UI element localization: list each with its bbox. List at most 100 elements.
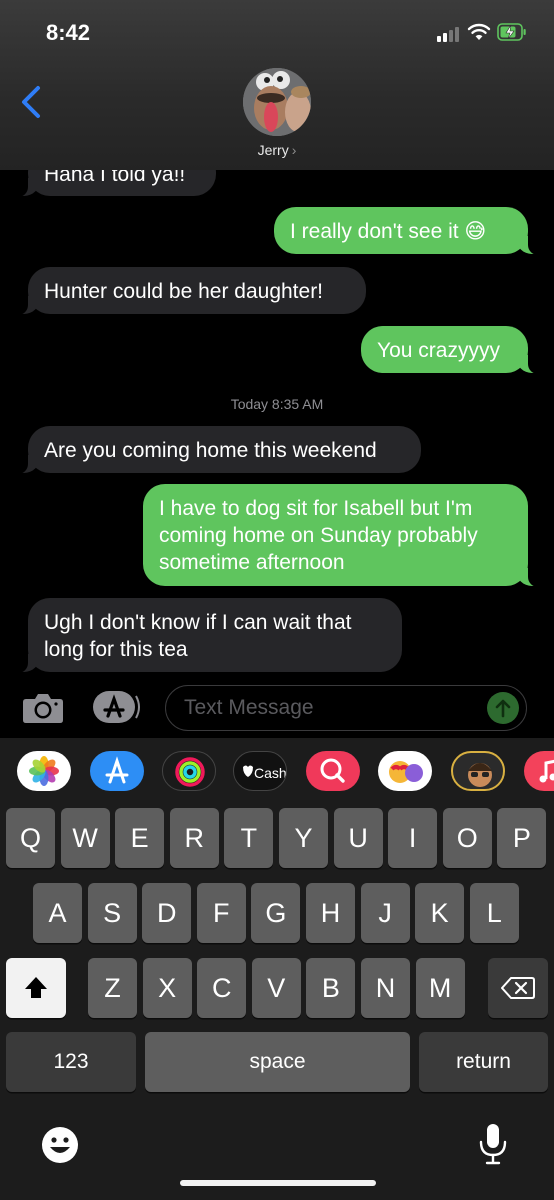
camera-icon[interactable] xyxy=(22,690,64,724)
key-o[interactable]: O xyxy=(442,808,492,868)
contact-name[interactable]: Jerry › xyxy=(0,142,554,158)
message-text: You crazyyyy xyxy=(377,339,500,362)
status-time: 8:42 xyxy=(46,20,91,45)
apple-cash-icon[interactable]: Cash xyxy=(233,751,287,791)
chevron-right-icon: › xyxy=(291,142,297,158)
message-timestamp: Today 8:35 AM xyxy=(230,396,324,412)
message-compose-field[interactable] xyxy=(165,685,527,731)
key-k[interactable]: K xyxy=(415,883,465,943)
space-key[interactable]: space xyxy=(145,1032,410,1092)
key-u[interactable]: U xyxy=(333,808,383,868)
emoji-icon[interactable] xyxy=(40,1125,80,1165)
message-received[interactable]: Hunter could be her daughter! xyxy=(16,267,366,315)
key-c[interactable]: C xyxy=(197,958,247,1018)
numbers-key-label: 123 xyxy=(53,1050,89,1073)
key-label: G xyxy=(265,897,287,928)
key-label: F xyxy=(213,897,230,928)
message-text-line: coming home on Sunday probably xyxy=(159,524,478,547)
key-label: K xyxy=(430,897,449,928)
key-label: I xyxy=(408,822,417,853)
key-w[interactable]: W xyxy=(60,808,110,868)
key-p[interactable]: P xyxy=(497,808,547,868)
key-label: N xyxy=(375,972,396,1003)
key-y[interactable]: Y xyxy=(279,808,328,868)
text-message-input[interactable] xyxy=(184,694,474,722)
key-label: C xyxy=(211,972,232,1003)
wifi-icon xyxy=(467,23,491,40)
fitness-icon[interactable] xyxy=(162,751,216,791)
message-text: I really don't see it 😅 xyxy=(290,220,487,243)
battery-charging-icon xyxy=(497,23,526,41)
key-label: A xyxy=(48,897,67,928)
shift-arrow-icon xyxy=(25,977,47,998)
key-a[interactable]: A xyxy=(33,883,82,943)
numbers-key[interactable]: 123 xyxy=(6,1032,136,1092)
key-label: D xyxy=(156,897,177,928)
key-label: R xyxy=(184,822,205,853)
memoji-icon[interactable] xyxy=(451,751,505,791)
key-v[interactable]: V xyxy=(251,958,301,1018)
key-g[interactable]: G xyxy=(251,883,301,943)
key-label: Z xyxy=(104,972,121,1003)
return-key[interactable]: return xyxy=(419,1032,548,1092)
microphone-icon[interactable] xyxy=(478,1122,508,1166)
backspace-icon xyxy=(501,977,535,999)
message-text-line: long for this tea xyxy=(44,638,188,661)
key-label: S xyxy=(103,897,122,928)
key-d[interactable]: D xyxy=(142,883,192,943)
conversation-header: 8:42 Jerry › xyxy=(0,0,554,170)
key-label: T xyxy=(240,822,258,853)
key-j[interactable]: J xyxy=(360,883,410,943)
animoji-icon[interactable] xyxy=(378,751,432,791)
photos-icon[interactable] xyxy=(17,751,71,791)
message-text-line: Ugh I don't know if I can wait that xyxy=(44,611,352,634)
app-store-drawer-icon[interactable] xyxy=(92,690,142,724)
delete-key[interactable] xyxy=(488,958,548,1018)
key-f[interactable]: F xyxy=(196,883,246,943)
key-q[interactable]: Q xyxy=(6,808,55,868)
message-sent[interactable]: I have to dog sit for Isabell but I'm co… xyxy=(143,484,540,587)
key-label: M xyxy=(428,972,452,1003)
key-label: W xyxy=(72,822,98,853)
key-label: L xyxy=(486,897,502,928)
key-l[interactable]: L xyxy=(469,883,519,943)
message-received[interactable]: Are you coming home this weekend xyxy=(16,426,421,474)
key-b[interactable]: B xyxy=(306,958,356,1018)
key-x[interactable]: X xyxy=(142,958,192,1018)
key-n[interactable]: N xyxy=(361,958,410,1018)
home-indicator[interactable] xyxy=(180,1180,376,1186)
key-label: U xyxy=(348,822,368,853)
message-sent[interactable]: I really don't see it 😅 xyxy=(274,207,540,255)
key-s[interactable]: S xyxy=(87,883,137,943)
shift-key[interactable] xyxy=(6,958,66,1018)
key-e[interactable]: E xyxy=(115,808,165,868)
message-text: Hunter could be her daughter! xyxy=(44,280,324,303)
key-z[interactable]: Z xyxy=(88,958,137,1018)
key-label: B xyxy=(321,972,340,1003)
back-chevron-icon[interactable] xyxy=(18,84,46,120)
key-m[interactable]: M xyxy=(415,958,465,1018)
cash-label: Cash xyxy=(254,765,287,781)
message-sent[interactable]: You crazyyyy xyxy=(361,326,540,374)
key-label: Y xyxy=(294,822,313,853)
key-label: O xyxy=(456,822,478,853)
key-t[interactable]: T xyxy=(224,808,274,868)
message-text-line: I have to dog sit for Isabell but I'm xyxy=(159,497,473,520)
message-text-line: sometime afternoon xyxy=(159,551,345,574)
key-i[interactable]: I xyxy=(388,808,438,868)
message-received[interactable]: Ugh I don't know if I can wait that long… xyxy=(16,598,402,673)
search-images-icon[interactable] xyxy=(306,751,360,791)
cellular-signal-icon xyxy=(437,24,461,42)
key-label: H xyxy=(320,897,341,928)
key-label: E xyxy=(130,822,149,853)
app-store-icon[interactable] xyxy=(90,751,144,791)
send-button[interactable] xyxy=(487,692,519,724)
arrow-up-icon xyxy=(495,699,511,718)
key-h[interactable]: H xyxy=(306,883,355,943)
contact-avatar[interactable] xyxy=(243,68,311,136)
key-label: X xyxy=(158,972,177,1003)
key-label: V xyxy=(267,972,286,1003)
space-key-label: space xyxy=(249,1050,306,1073)
key-label: Q xyxy=(19,822,41,853)
key-r[interactable]: R xyxy=(169,808,219,868)
